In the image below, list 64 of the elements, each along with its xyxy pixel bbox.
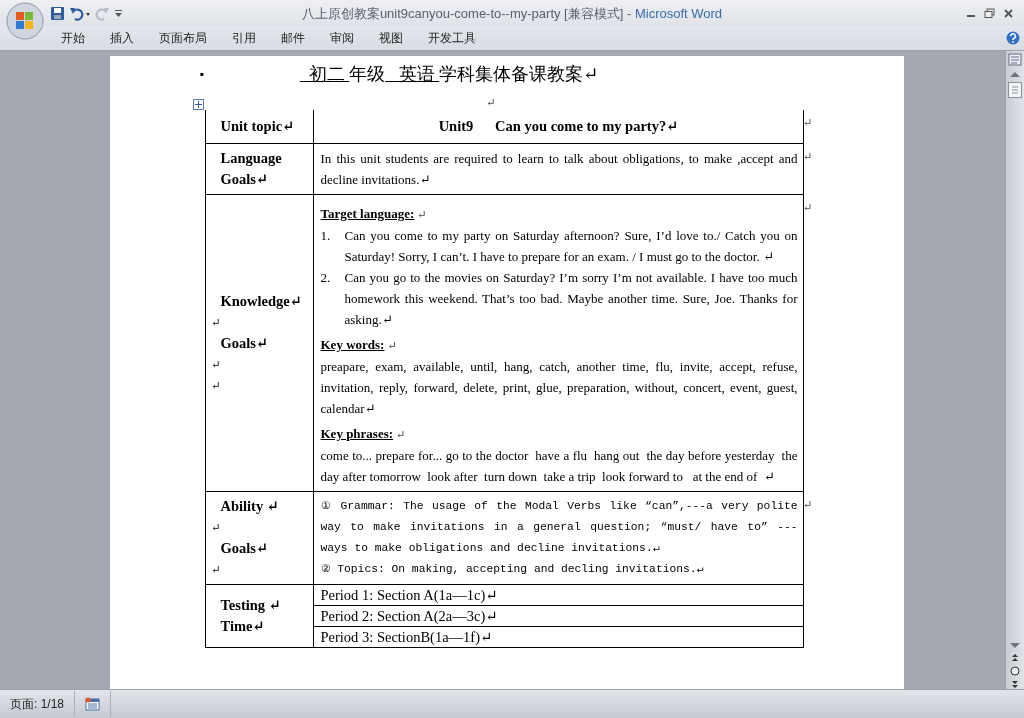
goal-text: ② Topics: On making, accepting and decling invitations.↵ [320,562,705,577]
row-label: Knowledge↵ [219,291,303,311]
title-separator: - [626,6,632,21]
ribbon-tab[interactable]: 开始 [53,26,93,50]
period-text: Period 1: Section A(1a—1c)↵ [313,585,804,606]
ribbon-tab[interactable]: 邮件 [273,26,313,50]
paragraph-mark: ↵ [486,96,497,110]
paragraph-mark: ↵ [387,339,397,351]
save-icon[interactable] [50,5,65,21]
row-label: Ability ↵ [219,497,280,516]
example-sentence: Can you go to the movies on Saturday? I’m sorry I’m not available. I have too much homework this weekend. That’s too bad. Maybe another time. Sure, Joe. Thanks for asking.↵ [344,269,798,329]
row-label: Goals↵ [219,170,270,189]
row-end-mark: ↵ [803,115,813,130]
close-icon[interactable] [1003,7,1014,19]
restore-icon[interactable] [984,7,995,19]
browse-object-icon[interactable] [1010,666,1020,676]
ribbon-tab[interactable]: 开发工具 [420,26,484,50]
customize-toolbar-icon[interactable] [114,8,123,18]
paragraph-mark: ↵ [396,428,406,440]
list-number: 2. [320,269,332,287]
bullet-mark: ▪ [199,66,204,82]
paragraph-mark: ↵ [210,562,222,577]
undo-icon[interactable] [69,5,91,21]
goal-text: In this unit students are required to learn to talk about obligations, to make ,accept and decline invitations.↵ [319,150,799,189]
paragraph-mark: ↵ [210,356,222,372]
page-count[interactable]: 页面: 1/18 [0,691,76,717]
ruler-icon[interactable] [1008,53,1022,66]
period-text: Period 2: Section A(2a—3c)↵ [313,606,804,627]
app-name: Microsoft Word [634,6,723,21]
list-number: 1. [320,227,332,245]
paragraph-mark: ↵ [210,377,222,393]
document-title: 八上原创教案unit9canyou-come-to--my-party [兼容模式] [301,6,624,21]
row-end-mark: ↵ [803,200,813,215]
row-label: Language [219,149,283,168]
row-end-mark: ↵ [803,497,813,512]
row-label: Testing ↵ [219,596,282,615]
previous-page-icon[interactable] [1010,653,1020,662]
section-heading: Key words: [320,337,385,352]
goal-text: ① Grammar: The usage of the Modal Verbs like “can”,---a very polite way to make invitations in a general question; “must/ have to” --- ways to make obligations and decline invitations.↵ [320,499,798,556]
ribbon-tab[interactable]: 插入 [102,26,142,50]
unit-title: Unit9 Can you come to my party?↵ [437,117,680,136]
document-heading: 初二 年级 英语 学科集体备课教案↵ [307,63,599,86]
row-label: Goals↵ [219,539,270,558]
row-end-mark: ↵ [803,149,813,164]
scroll-up-icon[interactable] [1009,70,1021,78]
row-label: Goals↵ [219,333,270,353]
table-move-handle[interactable] [192,99,204,110]
row-label: Time↵ [219,617,266,636]
row-label: Unit topic↵ [219,117,296,136]
period-text: Period 3: SectionB(1a—1f)↵ [319,628,494,647]
section-heading: Key phrases: [320,426,394,441]
help-icon[interactable] [1006,31,1020,45]
example-sentence: Can you come to my party on Saturday afternoon? Sure, I’d love to./ Catch you on Saturday! Sorry, I can’t. I have to prepare for an exam. / I must go to the doctor. ↵ [344,227,798,266]
ribbon-tab[interactable]: 审阅 [322,26,362,50]
ribbon-tab[interactable]: 页面布局 [151,26,215,50]
ribbon-tab[interactable]: 视图 [371,26,411,50]
word-list: come to... prepare for... go to the doctor have a flu hang out the day before yesterday the day after tomorrow look after turn down take a trip look forward to at the end of ↵ [320,445,798,487]
word-list: preapare, exam, available, until, hang, catch, another time, flu, invite, accept, refuse, invitation, reply, forward, delete, print, glue, preparation, without, concert, event, guest, calendar↵ [320,356,798,419]
paragraph-mark: ↵ [210,314,222,330]
ribbon-tab[interactable]: 引用 [224,26,264,50]
paragraph-mark: ↵ [417,208,427,220]
scroll-thumb[interactable] [1008,82,1022,98]
paragraph-mark: ↵ [210,520,222,535]
section-heading: Target language: [320,206,415,221]
